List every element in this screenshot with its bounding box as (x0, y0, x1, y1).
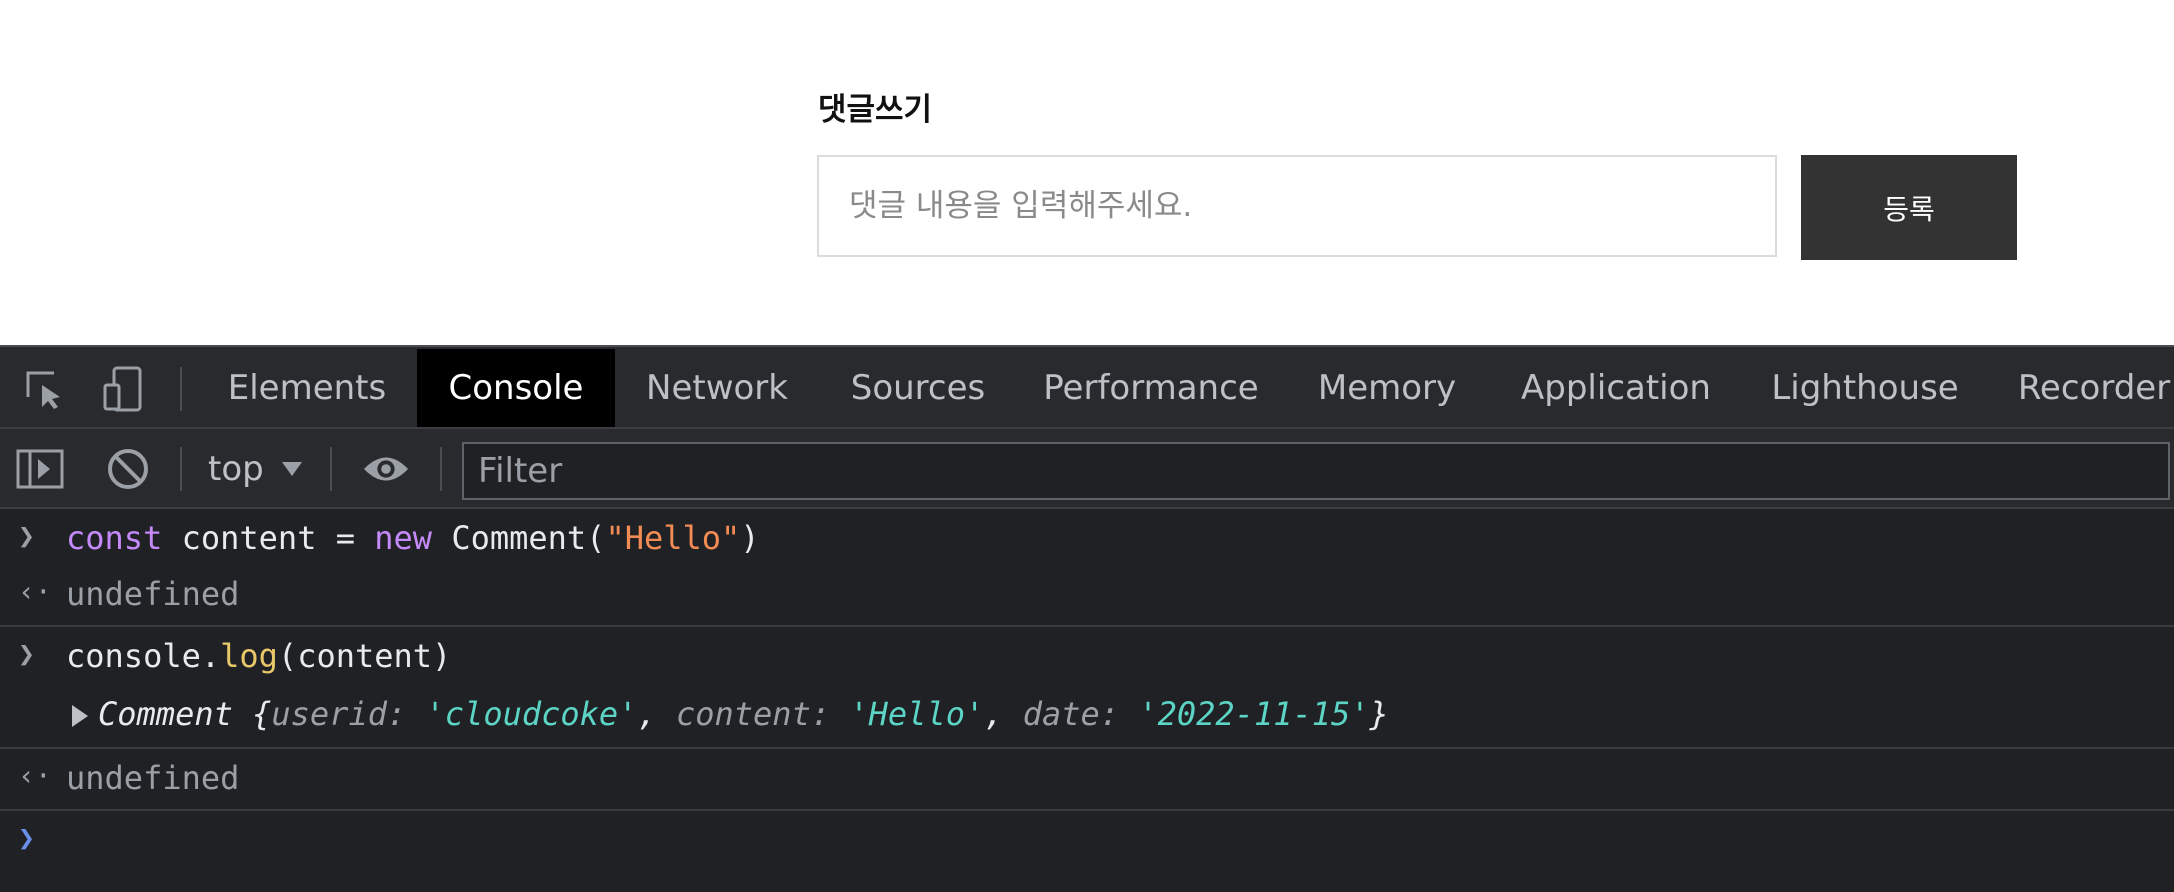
tab-memory[interactable]: Memory (1312, 349, 1462, 427)
tabbar-separator (180, 367, 182, 411)
tab-recorder[interactable]: Recorder (2014, 349, 2174, 427)
object-key: userid (271, 695, 387, 733)
object-class-name: Comment (98, 695, 233, 733)
comment-section-title: 댓글쓰기 (818, 92, 933, 128)
web-page: 댓글쓰기 등록 (0, 0, 2174, 345)
devtools-panel: Elements Console Network Sources Perform… (0, 345, 2174, 892)
live-expression-eye-icon[interactable] (362, 445, 410, 493)
paren-close: ) (740, 519, 760, 557)
toolbar-separator (440, 447, 442, 491)
keyword: new (374, 519, 433, 557)
prompt-chevron-icon: ❯ (18, 821, 35, 854)
device-toggle-icon[interactable] (100, 365, 148, 413)
object-key: content (675, 695, 811, 733)
clear-console-icon[interactable] (104, 445, 152, 493)
tab-sources[interactable]: Sources (840, 349, 996, 427)
console-input-line: ❯ console.log(content) (0, 627, 2174, 683)
console-output: ❯ const content = new Comment("Hello") ‹… (0, 509, 2174, 892)
object-name: console. (66, 637, 221, 675)
console-filter-input[interactable] (462, 442, 2170, 500)
context-selector[interactable]: top (208, 445, 302, 493)
toolbar-separator (330, 447, 332, 491)
result-arrow-icon: ‹· (18, 759, 52, 792)
call-args: (content) (277, 637, 452, 675)
console-result-line: ‹· undefined (0, 565, 2174, 627)
tab-application[interactable]: Application (1520, 349, 1712, 427)
chevron-down-icon (281, 462, 302, 476)
tab-elements[interactable]: Elements (216, 349, 398, 427)
sidebar-toggle-icon[interactable] (16, 445, 64, 493)
console-toolbar: top (0, 429, 2174, 509)
tab-performance[interactable]: Performance (1040, 349, 1262, 427)
console-prompt[interactable]: ❯ (0, 811, 2174, 871)
devtools-tab-bar: Elements Console Network Sources Perform… (0, 345, 2174, 429)
tab-console[interactable]: Console (417, 349, 615, 427)
comment-input[interactable] (817, 155, 1777, 257)
string-literal: "Hello" (605, 519, 741, 557)
console-result-line: ‹· undefined (0, 749, 2174, 811)
input-chevron-icon: ❯ (18, 637, 35, 670)
object-value: 'cloudcoke' (425, 695, 638, 733)
object-key: date (1022, 695, 1100, 733)
submit-button[interactable]: 등록 (1801, 155, 2017, 260)
identifier: content = (162, 519, 375, 557)
console-input-line: ❯ const content = new Comment("Hello") (0, 509, 2174, 565)
inspect-element-icon[interactable] (20, 365, 68, 413)
method-name: log (220, 637, 278, 675)
toolbar-separator (180, 447, 182, 491)
object-value: 'Hello' (849, 695, 985, 733)
keyword: const (66, 519, 163, 557)
call-expression: Comment( (432, 519, 606, 557)
tab-network[interactable]: Network (634, 349, 800, 427)
result-arrow-icon: ‹· (18, 575, 52, 608)
input-chevron-icon: ❯ (18, 519, 35, 552)
result-value: undefined (66, 759, 240, 797)
result-value: undefined (66, 575, 240, 613)
context-label: top (208, 449, 264, 489)
console-log-object[interactable]: Comment {userid: 'cloudcoke', content: '… (0, 683, 2174, 749)
object-value: '2022-11-15' (1138, 695, 1370, 733)
expand-triangle-icon[interactable] (72, 705, 88, 727)
tab-lighthouse[interactable]: Lighthouse (1771, 349, 1958, 427)
